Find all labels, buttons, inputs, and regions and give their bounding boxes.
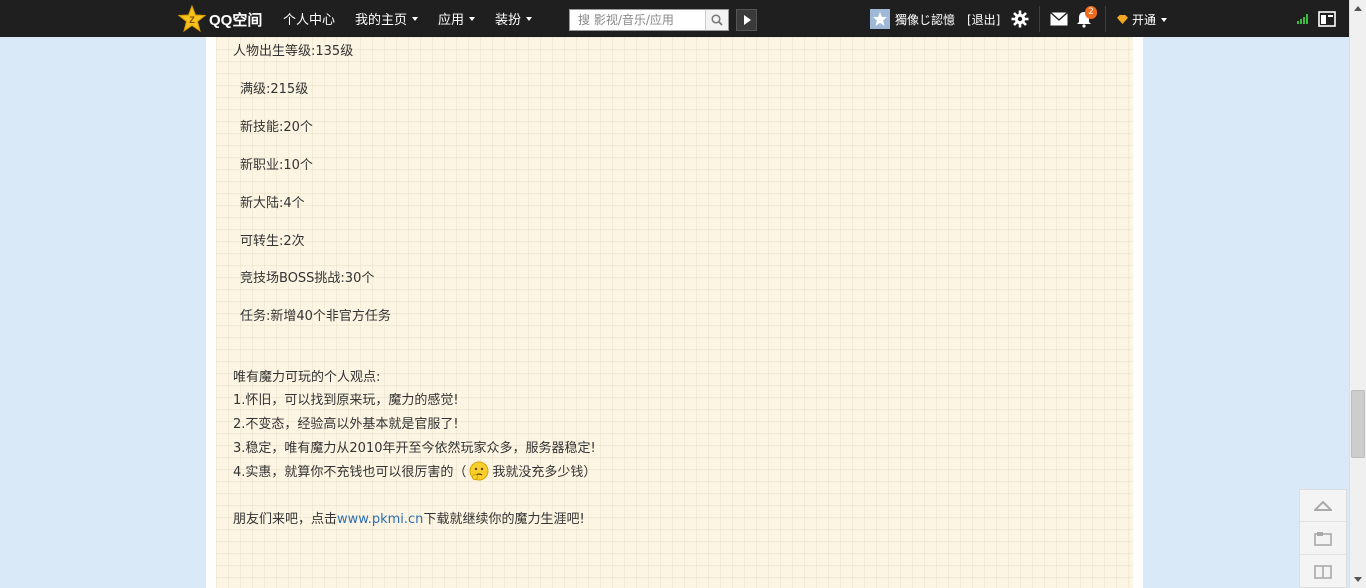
brand-name: QQ空间 bbox=[209, 11, 263, 29]
stat-line: 可转生:2次 bbox=[240, 234, 305, 249]
svg-text:Z: Z bbox=[189, 15, 195, 25]
diamond-icon bbox=[1117, 15, 1128, 24]
arrow-down-icon bbox=[1354, 577, 1362, 582]
mail-icon bbox=[1050, 12, 1068, 26]
scroll-thumb[interactable] bbox=[1351, 390, 1365, 458]
play-button[interactable] bbox=[736, 9, 757, 31]
comment-tool-button[interactable] bbox=[1300, 523, 1346, 555]
stat-line: 新技能:20个 bbox=[240, 120, 313, 135]
compact-view-button[interactable] bbox=[1318, 11, 1336, 27]
search-input[interactable] bbox=[570, 10, 705, 30]
opinion-title: 唯有魔力可玩的个人观点: bbox=[233, 370, 381, 385]
main-nav: 个人中心 我的主页 应用 装扮 bbox=[283, 0, 552, 37]
settings-gear-icon bbox=[1011, 10, 1029, 28]
search-box bbox=[569, 9, 729, 31]
qzone-logo[interactable]: Z QQ空间 bbox=[178, 5, 270, 33]
avatar[interactable] bbox=[870, 9, 890, 29]
blog-article-body: 人物出生等级:135级 满级:215级 新技能:20个 新职业:10个 新大陆:… bbox=[216, 37, 1133, 588]
opinion-line: 1.怀旧，可以找到原来玩，魔力的感觉! bbox=[233, 393, 459, 408]
opinion-line: 4.实惠，就算你不充钱也可以很厉害的（ 我就没充多少钱） bbox=[233, 460, 596, 482]
comment-icon bbox=[1314, 531, 1332, 546]
username-link[interactable]: 獨像じ認憶 bbox=[895, 11, 955, 28]
stat-line: 满级:215级 bbox=[240, 82, 309, 97]
cta-line: 朋友们来吧，点击www.pkmi.cn下载就继续你的魔力生涯吧! bbox=[233, 512, 585, 527]
star-avatar-icon bbox=[873, 12, 887, 26]
layout-tool-button[interactable] bbox=[1300, 556, 1346, 588]
search-button[interactable] bbox=[705, 10, 728, 30]
stat-line: 任务:新增40个非官方任务 bbox=[240, 309, 391, 324]
signal-icon bbox=[1297, 14, 1308, 24]
logout-link[interactable]: [退出] bbox=[967, 11, 1000, 28]
back-to-top-icon bbox=[1314, 500, 1332, 511]
search-icon bbox=[711, 14, 723, 26]
scroll-up-button[interactable] bbox=[1350, 0, 1366, 17]
stat-line: 人物出生等级:135级 bbox=[233, 44, 354, 59]
notification-count-badge: 2 bbox=[1085, 6, 1097, 19]
chevron-down-icon bbox=[1161, 17, 1168, 22]
chevron-down-icon bbox=[412, 16, 419, 21]
back-to-top-button[interactable] bbox=[1300, 490, 1346, 522]
chevron-down-icon bbox=[526, 16, 533, 21]
divider bbox=[1039, 6, 1040, 32]
nav-personal-center[interactable]: 个人中心 bbox=[283, 9, 335, 28]
opinion-line: 3.稳定，唯有魔力从2010年开至今依然玩家众多，服务器稳定! bbox=[233, 441, 596, 456]
stat-line: 新大陆:4个 bbox=[240, 196, 305, 211]
chevron-down-icon bbox=[469, 16, 476, 21]
play-icon bbox=[744, 15, 751, 25]
nav-my-homepage[interactable]: 我的主页 bbox=[355, 9, 419, 28]
divider bbox=[1105, 6, 1106, 32]
settings-button[interactable] bbox=[1011, 10, 1029, 28]
page-scrollbar[interactable] bbox=[1349, 0, 1366, 588]
nav-decorate[interactable]: 装扮 bbox=[495, 9, 533, 28]
stat-line: 新职业:10个 bbox=[240, 158, 313, 173]
top-navigation-bar: Z QQ空间 个人中心 我的主页 应用 装扮 獨像じ認憶 [退出] bbox=[0, 0, 1349, 37]
layout-icon bbox=[1314, 565, 1332, 579]
kaitong-dropdown[interactable]: 开通 bbox=[1117, 11, 1168, 28]
compact-view-icon bbox=[1318, 11, 1336, 27]
stat-line: 竞技场BOSS挑战:30个 bbox=[240, 271, 375, 286]
scroll-down-button[interactable] bbox=[1350, 571, 1366, 588]
qzone-star-icon: Z bbox=[178, 5, 206, 33]
floating-toolbar bbox=[1299, 489, 1347, 588]
arrow-up-icon bbox=[1354, 6, 1362, 11]
nav-apps[interactable]: 应用 bbox=[438, 9, 476, 28]
mail-button[interactable] bbox=[1050, 12, 1068, 26]
pkmi-download-link[interactable]: www.pkmi.cn bbox=[337, 512, 423, 527]
opinion-line: 2.不变态，经验高以外基本就是官服了! bbox=[233, 417, 459, 432]
thinking-emoji-icon bbox=[469, 461, 489, 481]
